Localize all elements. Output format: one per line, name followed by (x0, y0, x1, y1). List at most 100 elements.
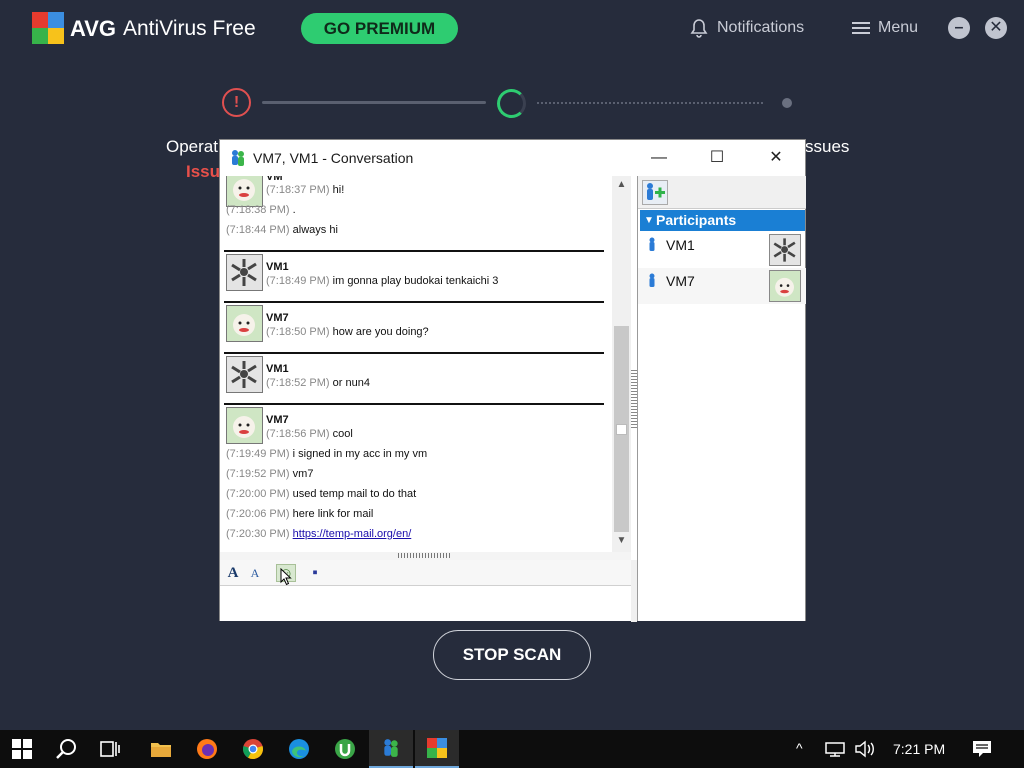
message-time: (7:18:38 PM) (226, 204, 290, 216)
message-text: how are you doing? (332, 326, 429, 338)
conversation-maximize-button[interactable]: ☐ (694, 144, 740, 172)
chat-line: (7:18:50 PM) how are you doing? (266, 326, 429, 338)
gear-avatar-icon (227, 357, 262, 392)
message-sender: VM (266, 176, 283, 183)
gear-avatar (769, 234, 801, 266)
chrome-button[interactable] (231, 730, 275, 768)
conversation-window: VM7, VM1 - Conversation — ☐ ✕ VM (7:18:3… (219, 139, 806, 622)
add-participant-button[interactable] (642, 180, 668, 205)
chat-line: (7:19:52 PM) vm7 (226, 468, 313, 480)
temp-mail-link[interactable]: https://temp-mail.org/en/ (293, 528, 412, 540)
gear-avatar-icon (227, 255, 262, 290)
message-text: or nun4 (332, 377, 370, 389)
network-icon[interactable] (824, 741, 846, 757)
add-participant-icon (647, 183, 665, 200)
avg-taskbar-button[interactable] (415, 730, 459, 768)
cat-avatar (226, 407, 263, 444)
notifications-button[interactable]: Notifications (690, 16, 804, 40)
avg-close-button[interactable]: ✕ (985, 17, 1007, 39)
message-time: (7:19:49 PM) (226, 448, 290, 460)
scan-progress: ! (222, 88, 802, 118)
menu-button[interactable]: Menu (852, 16, 918, 40)
avg-product-name: AntiVirus Free (123, 17, 256, 40)
progress-line-done (262, 101, 486, 104)
input-splitter[interactable] (220, 552, 631, 560)
participants-header[interactable]: ▼ Participants (640, 210, 805, 231)
task-view-button[interactable] (89, 730, 133, 768)
bell-icon (690, 19, 708, 38)
gear-avatar (226, 254, 263, 291)
issues-text-left: Issu (186, 162, 221, 181)
conversation-close-button[interactable]: ✕ (753, 144, 799, 172)
message-text: here link for mail (292, 508, 374, 520)
participant-name: VM7 (666, 273, 695, 289)
chat-history[interactable]: VM (7:18:37 PM) hi! (7:18:38 PM) . (7:18… (220, 176, 612, 552)
participant-name: VM1 (666, 237, 695, 253)
splitter-grip (398, 553, 452, 558)
font-style-icon[interactable]: A (245, 564, 265, 582)
avg-icon (427, 738, 447, 758)
avg-minimize-button[interactable]: – (948, 17, 970, 39)
cat-avatar (226, 305, 263, 342)
edge-icon (289, 739, 309, 759)
file-explorer-button[interactable] (139, 730, 183, 768)
edge-button[interactable] (277, 730, 321, 768)
taskbar-clock[interactable]: 7:21 PM (893, 741, 945, 757)
message-time: (7:18:37 PM) (266, 184, 330, 196)
message-text: . (292, 204, 296, 216)
action-center-icon[interactable] (972, 740, 992, 758)
conversation-titlebar[interactable]: VM7, VM1 - Conversation — ☐ ✕ (220, 140, 805, 176)
cat-avatar-icon (770, 271, 800, 301)
firefox-icon (197, 739, 217, 759)
save-icon[interactable]: ▪ (305, 564, 325, 582)
message-text: cool (332, 428, 353, 440)
cat-avatar-icon (227, 176, 262, 206)
status-text-left: Operat (166, 137, 218, 156)
message-time: (7:18:44 PM) (226, 224, 290, 236)
utorrent-button[interactable] (323, 730, 367, 768)
chat-line: (7:20:30 PM) https://temp-mail.org/en/ (226, 528, 411, 540)
taskbar: ^ 7:21 PM (0, 730, 1024, 768)
mouse-cursor-icon (280, 568, 292, 586)
collapse-arrow-icon: ▼ (644, 215, 654, 226)
participant-item[interactable]: VM1 (638, 232, 806, 268)
message-time: (7:20:30 PM) (226, 528, 290, 540)
font-icon[interactable]: A (223, 564, 243, 582)
windows-start-icon (12, 739, 32, 759)
start-button[interactable] (0, 730, 44, 768)
taskbar-search-button[interactable] (45, 730, 89, 768)
participant-status-icon (649, 237, 655, 251)
volume-icon[interactable] (854, 740, 876, 758)
chat-scrollbar[interactable]: ▲ ▼ (612, 176, 631, 552)
conversation-minimize-button[interactable]: — (636, 144, 682, 172)
firefox-button[interactable] (185, 730, 229, 768)
menu-label: Menu (878, 19, 919, 36)
participant-status-icon (649, 273, 655, 287)
message-separator (224, 352, 604, 354)
scroll-up-arrow-icon[interactable]: ▲ (612, 176, 631, 193)
message-separator (224, 403, 604, 405)
message-time: (7:20:06 PM) (226, 508, 290, 520)
message-time: (7:18:50 PM) (266, 326, 330, 338)
cat-avatar-icon (227, 408, 262, 443)
messenger-icon (232, 150, 244, 166)
scrollbar-knob[interactable] (616, 424, 627, 435)
participants-header-label: Participants (656, 212, 737, 228)
tray-chevron-icon[interactable]: ^ (796, 740, 803, 756)
participant-item[interactable]: VM7 (638, 268, 806, 304)
utorrent-icon (335, 739, 355, 759)
scroll-down-arrow-icon[interactable]: ▼ (612, 532, 631, 549)
format-toolbar: A A ☺ ▪ (220, 560, 631, 586)
stop-scan-button[interactable]: STOP SCAN (433, 630, 591, 680)
cat-avatar (769, 270, 801, 302)
chat-line: (7:18:56 PM) cool (266, 428, 353, 440)
go-premium-button[interactable]: GO PREMIUM (301, 13, 458, 44)
message-separator (224, 301, 604, 303)
message-input[interactable] (220, 587, 631, 621)
message-separator (224, 250, 604, 252)
notifications-label: Notifications (717, 19, 805, 36)
message-text: used temp mail to do that (292, 488, 417, 500)
messenger-taskbar-button[interactable] (369, 730, 413, 768)
progress-end-dot (782, 98, 792, 108)
message-text: im gonna play budokai tenkaichi 3 (332, 275, 499, 287)
